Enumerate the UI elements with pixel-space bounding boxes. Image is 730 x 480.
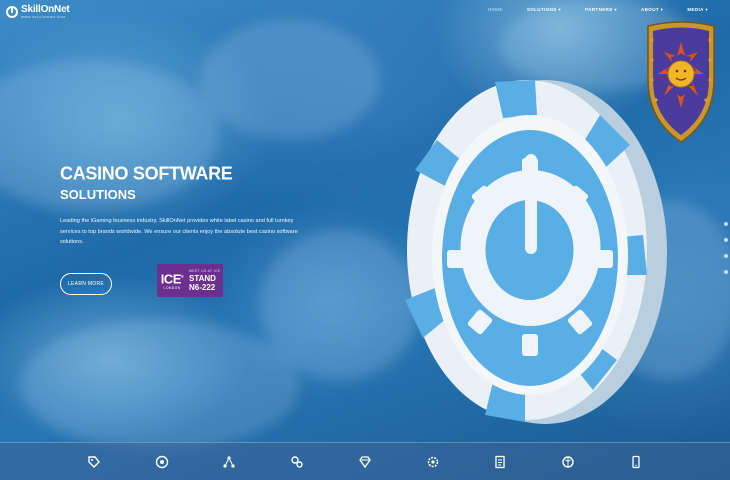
smoke-decoration — [200, 20, 380, 140]
bar-item-diamond[interactable] — [345, 443, 385, 480]
bar-item-document[interactable] — [480, 443, 520, 480]
bar-item-network[interactable] — [209, 443, 249, 480]
network-icon — [223, 455, 236, 468]
settings-icon — [427, 456, 439, 467]
ice-stand-number: N6-222 — [189, 283, 216, 292]
smoke-decoration — [20, 320, 300, 450]
main-nav: HOME SOLUTIONS ▾ PARTNERS ▾ ABOUT ▾ MEDI… — [476, 7, 720, 13]
bar-item-gears[interactable] — [277, 443, 317, 480]
brain-icon — [562, 455, 574, 468]
shield-emblem-icon — [647, 21, 715, 143]
bar-item-brain[interactable] — [548, 443, 588, 480]
slider-dot[interactable] — [724, 222, 728, 226]
bar-item-tag[interactable] — [74, 443, 114, 480]
power-chip-illustration — [405, 80, 667, 424]
ice-stand-badge[interactable]: ICE® LONDON MEET US AT ICE STAND N6-222 — [157, 264, 223, 297]
learn-more-button[interactable]: LEARN MORE — [60, 273, 112, 295]
diamond-icon — [359, 455, 371, 468]
nav-media[interactable]: MEDIA ▾ — [675, 7, 720, 13]
chevron-down-icon: ▾ — [614, 7, 617, 12]
power-logo-icon — [6, 6, 18, 18]
bar-item-casino-chip[interactable] — [142, 443, 182, 480]
ice-stand-label: STAND — [189, 274, 216, 283]
mobile-icon — [632, 455, 640, 468]
nav-partners[interactable]: PARTNERS ▾ — [573, 7, 629, 13]
ice-logo: ICE® — [160, 271, 184, 287]
document-icon — [495, 455, 506, 468]
tag-icon — [88, 455, 100, 468]
bar-item-mobile[interactable] — [616, 443, 656, 480]
nav-about[interactable]: ABOUT ▾ — [629, 7, 675, 13]
logo-text: SkillOnNet — [21, 4, 70, 15]
slider-dot[interactable] — [724, 270, 728, 274]
slider-dot[interactable] — [724, 254, 728, 258]
chevron-down-icon: ▾ — [558, 7, 562, 12]
solutions-icon-bar — [0, 442, 730, 480]
hero-description: Leading the iGaming business industry, S… — [60, 218, 298, 245]
logo-subtext: WWW.SKILLONNET.COM — [21, 15, 66, 19]
bar-item-settings[interactable] — [413, 443, 453, 480]
brand-logo[interactable]: SkillOnNet WWW.SKILLONNET.COM — [6, 5, 70, 19]
hero-subtitle: SOLUTIONS — [60, 187, 136, 202]
site-header: SkillOnNet WWW.SKILLONNET.COM HOME SOLUT… — [0, 0, 730, 22]
chevron-down-icon: ▾ — [705, 7, 708, 12]
nav-solutions[interactable]: SOLUTIONS ▾ — [515, 7, 573, 13]
hero-title: CASINO SOFTWARE — [60, 162, 233, 184]
nav-home[interactable]: HOME — [476, 7, 515, 13]
casino-chip-icon — [155, 455, 168, 468]
slider-pagination — [724, 222, 730, 286]
slider-dot[interactable] — [724, 238, 728, 242]
gears-icon — [291, 455, 303, 468]
chevron-down-icon: ▾ — [660, 7, 664, 12]
